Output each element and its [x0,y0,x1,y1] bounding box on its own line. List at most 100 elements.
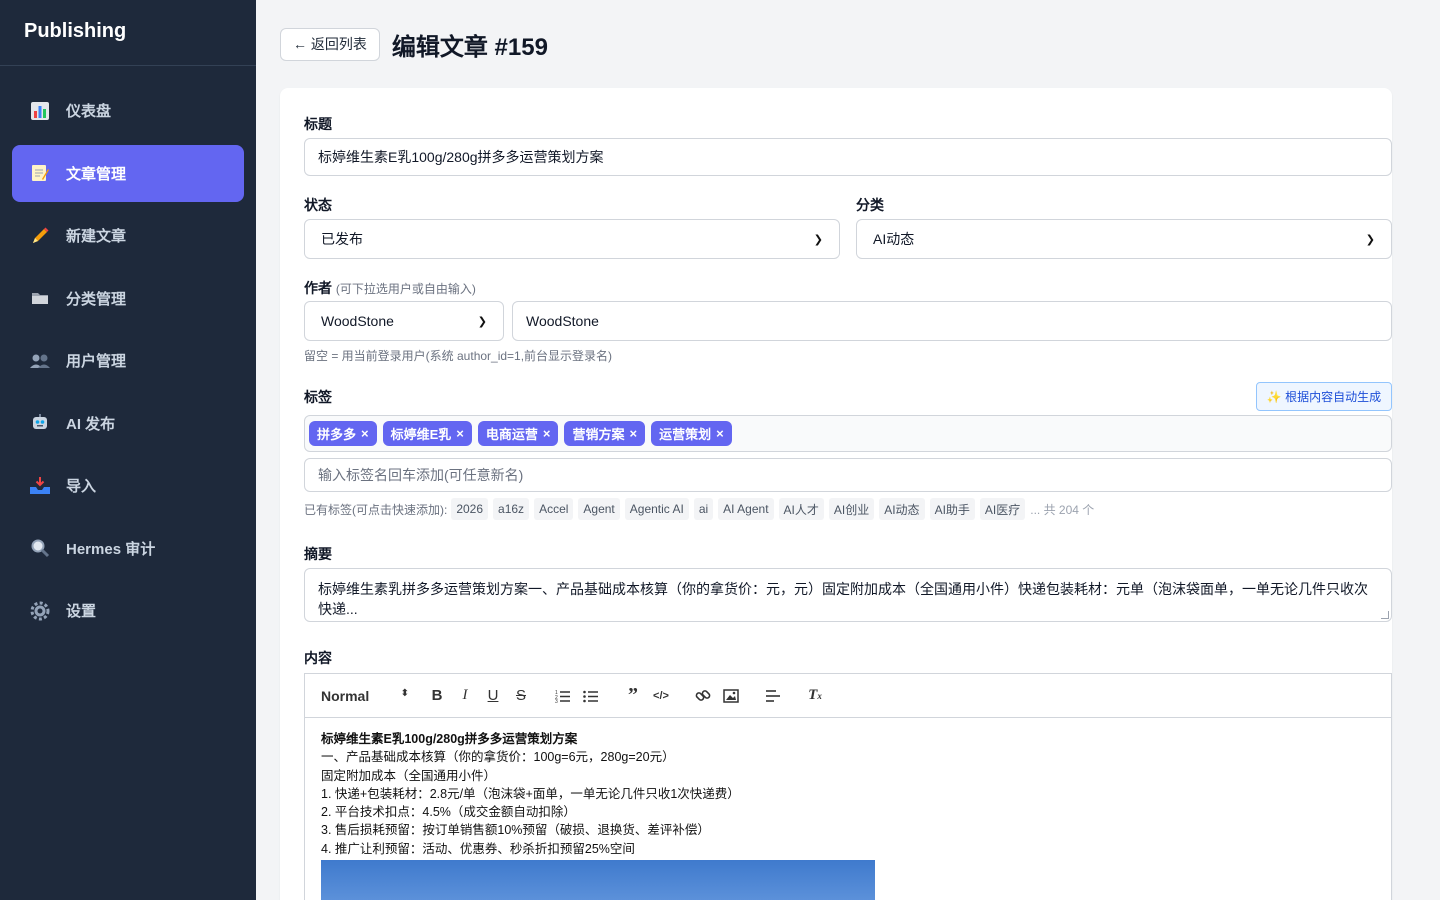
sidebar: Publishing 仪表盘 文章管理 新建文章 分类管理 用户管理 AI 发布… [0,0,256,900]
align-left-icon[interactable] [759,684,787,708]
content-heading: 标婷维生素E乳100g/280g拼多多运营策划方案 [321,732,578,746]
back-to-list-button[interactable]: ← 返回列表 [280,27,380,61]
existing-tag[interactable]: AI人才 [778,498,824,520]
page-title: 编辑文章 #159 [391,33,548,61]
heading-select-value: Normal [321,687,370,704]
pencil-icon [28,224,52,248]
existing-tag[interactable]: Agentic AI [624,498,689,520]
existing-tag[interactable]: Accel [534,498,574,520]
block-group: ” </> [619,684,675,708]
link-icon[interactable] [689,684,717,708]
chevron-down-icon: ❯ [477,315,487,328]
sidebar-item-dashboard[interactable]: 仪表盘 [12,82,244,139]
close-icon[interactable]: × [543,426,551,441]
existing-tags-label: 已有标签(可点击快速添加): [304,502,448,517]
resize-handle[interactable] [1381,611,1389,619]
clear-format-icon[interactable]: Tx [801,684,829,708]
content-label: 内容 [304,650,332,666]
ordered-list-icon[interactable]: 123 [549,684,577,708]
existing-tag[interactable]: AI医疗 [979,498,1026,520]
existing-tag[interactable]: AI Agent [718,498,774,520]
code-block-icon[interactable]: </> [647,684,675,708]
heading-select[interactable]: Normal ⬍ [321,688,409,704]
updown-icon: ⬍ [400,687,409,699]
category-value: AI动态 [873,231,915,247]
content-line: 4. 推广让利预留：活动、优惠券、秒杀折扣预留25%空间 [321,841,635,856]
auto-generate-tags-button[interactable]: ✨ 根据内容自动生成 [1256,382,1392,411]
sidebar-item-label: 文章管理 [66,165,127,183]
existing-tag[interactable]: AI创业 [828,498,875,520]
editor-content[interactable]: 标婷维生素E乳100g/280g拼多多运营策划方案 一、产品基础成本核算（你的拿… [305,718,1391,900]
sidebar-item-settings[interactable]: 设置 [12,582,244,639]
folder-icon [28,286,52,310]
sidebar-item-users[interactable]: 用户管理 [12,332,244,389]
close-icon[interactable]: × [716,426,724,441]
close-icon[interactable]: × [361,426,369,441]
category-select[interactable]: AI动态 ❯ [856,219,1392,259]
existing-tag[interactable]: ai [693,498,714,520]
underline-icon[interactable]: U [479,684,507,708]
sidebar-item-ai-publish[interactable]: AI 发布 [12,395,244,452]
sidebar-item-label: 设置 [66,603,97,620]
title-label: 标题 [304,116,332,132]
list-group: 123 [549,684,605,708]
robot-icon [28,411,52,435]
sidebar-item-hermes-audit[interactable]: Hermes 审计 [12,520,244,577]
author-note: 留空 = 用当前登录用户(系统 author_id=1,前台显示登录名) [304,349,613,363]
close-icon[interactable]: × [456,426,464,441]
author-hint: (可下拉选用户或自由输入) [335,282,476,296]
brand-title: Publishing [0,0,256,66]
status-select[interactable]: 已发布 ❯ [304,219,840,259]
magnifier-icon [28,536,52,560]
tag-input[interactable]: 输入标签名回车添加(可任意新名) [304,458,1392,492]
sidebar-item-new-article[interactable]: 新建文章 [12,207,244,264]
italic-icon[interactable]: I [451,684,479,708]
title-value: 标婷维生素E乳100g/280g拼多多运营策划方案 [318,149,604,165]
sidebar-item-categories[interactable]: 分类管理 [12,270,244,327]
bar-chart-icon [28,99,52,123]
sidebar-item-label: AI 发布 [66,415,116,433]
existing-tag[interactable]: Agent [578,498,620,520]
existing-tag[interactable]: AI助手 [929,498,975,520]
author-select[interactable]: WoodStone ❯ [304,301,504,341]
page-header: ← 返回列表 编辑文章 #159 [280,0,1416,88]
content-line: 1. 快递+包装耗材：2.8元/单（泡沫袋+面单，一单无论几件只收1次快递费） [321,786,740,801]
tag-chip-label: 拼多多 [317,427,357,442]
tags-label: 标签 [304,389,332,405]
bullet-list-icon[interactable] [577,684,605,708]
sidebar-item-label: 仪表盘 [66,103,112,120]
tag-chip: 电商运营 × [477,421,559,446]
close-icon[interactable]: × [630,426,638,441]
content-line: 2. 平台技术扣点：4.5%（成交金额自动扣除） [321,805,576,820]
sidebar-item-articles[interactable]: 文章管理 [12,144,244,202]
existing-tag[interactable]: 2026 [451,498,489,520]
svg-text:3: 3 [555,699,558,703]
content-line: 一、产品基础成本核算（你的拿货价：100g=6元，280g=20元） [321,750,675,765]
tag-chip: 营销方案 × [564,421,646,446]
align-group [759,684,787,708]
inbox-tray-icon [28,474,52,498]
tag-chip-label: 运营策划 [659,427,712,442]
title-input[interactable]: 标婷维生素E乳100g/280g拼多多运营策划方案 [304,138,1392,176]
author-select-value: WoodStone [321,313,394,329]
sidebar-item-label: 导入 [66,478,97,495]
author-input[interactable]: WoodStone [512,301,1392,341]
tag-chip-label: 营销方案 [572,427,625,442]
main-content: ← 返回列表 编辑文章 #159 标题 标婷维生素E乳100g/280g拼多多运… [256,0,1440,900]
category-label: 分类 [856,197,884,213]
strikethrough-icon[interactable]: S [507,684,535,708]
selected-tags: 拼多多 × 标婷维E乳 × 电商运营 × 营销方案 × 运营策划 × [304,415,1392,452]
existing-tag[interactable]: AI动态 [879,498,925,520]
insert-group [689,684,745,708]
summary-textarea[interactable]: 标婷维生素乳拼多多运营策划方案一、产品基础成本核算（你的拿货价：元，元）固定附加… [304,568,1392,622]
author-label: 作者 (可下拉选用户或自由输入) [304,278,476,298]
status-label: 状态 [304,197,332,213]
tag-chip-label: 电商运营 [485,427,538,442]
users-icon [28,349,52,373]
existing-tag[interactable]: a16z [493,498,530,520]
image-icon[interactable] [717,684,745,708]
bold-icon[interactable]: B [423,684,451,708]
chevron-down-icon: ❯ [1365,233,1375,246]
blockquote-icon[interactable]: ” [619,684,647,708]
sidebar-item-import[interactable]: 导入 [12,457,244,514]
